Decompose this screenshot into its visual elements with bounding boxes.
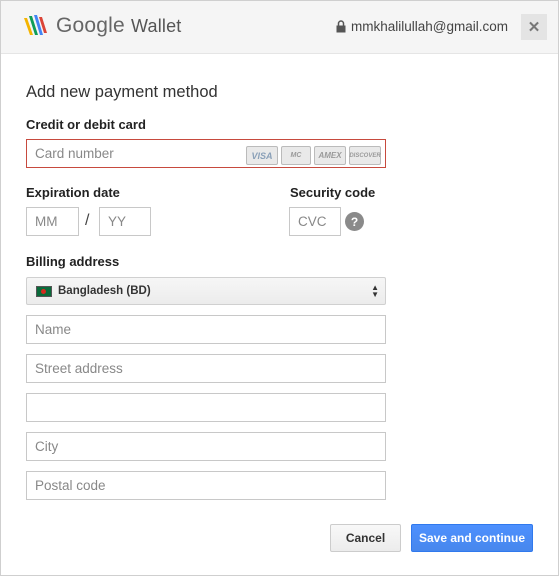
- month-input[interactable]: [27, 208, 78, 235]
- lock-icon: [336, 20, 346, 33]
- street-address-line2-field[interactable]: [26, 393, 386, 422]
- expiration-year-field[interactable]: [99, 207, 151, 236]
- select-arrows-icon: ▲ ▼: [371, 283, 379, 299]
- cancel-button[interactable]: Cancel: [330, 524, 401, 552]
- postal-code-input[interactable]: [27, 472, 385, 499]
- expiration-label: Expiration date: [26, 185, 120, 200]
- google-wallet-logo-icon: [24, 15, 47, 35]
- bangladesh-flag-icon: [36, 285, 52, 297]
- card-section-label: Credit or debit card: [26, 117, 146, 132]
- city-input[interactable]: [27, 433, 385, 460]
- street-address-field[interactable]: [26, 354, 386, 383]
- postal-code-field[interactable]: [26, 471, 386, 500]
- account-info: mmkhalilullah@gmail.com: [336, 19, 508, 34]
- street-address-line2-input[interactable]: [27, 394, 385, 421]
- name-field[interactable]: [26, 315, 386, 344]
- city-field[interactable]: [26, 432, 386, 461]
- expiration-month-field[interactable]: [26, 207, 79, 236]
- visa-logo: VISA: [246, 146, 278, 165]
- brand-title: Google Wallet: [56, 14, 182, 38]
- name-input[interactable]: [27, 316, 385, 343]
- brand-wallet: Wallet: [130, 16, 182, 36]
- dialog-header: Google Wallet mmkhalilullah@gmail.com ✕: [1, 1, 558, 54]
- save-and-continue-button[interactable]: Save and continue: [411, 524, 533, 552]
- country-select[interactable]: Bangladesh (BD) ▲ ▼: [26, 277, 386, 305]
- billing-address-label: Billing address: [26, 254, 120, 269]
- street-address-input[interactable]: [27, 355, 385, 382]
- brand-google: Google: [56, 14, 125, 37]
- help-icon[interactable]: ?: [345, 212, 364, 231]
- year-input[interactable]: [100, 208, 150, 235]
- amex-logo: AMEX: [314, 146, 346, 165]
- card-logos: VISA MC AMEX DISCOVER: [246, 146, 381, 165]
- security-code-label: Security code: [290, 185, 376, 200]
- mastercard-logo: MC: [281, 146, 311, 165]
- cvc-field[interactable]: [289, 207, 341, 236]
- card-number-field[interactable]: VISA MC AMEX DISCOVER: [26, 139, 386, 168]
- form-title: Add new payment method: [26, 83, 218, 101]
- account-email: mmkhalilullah@gmail.com: [351, 19, 508, 34]
- wallet-dialog: Google Wallet mmkhalilullah@gmail.com ✕ …: [0, 0, 559, 576]
- close-icon: ✕: [527, 19, 541, 36]
- country-selected-value: Bangladesh (BD): [58, 285, 151, 297]
- discover-logo: DISCOVER: [349, 146, 381, 165]
- date-separator: /: [85, 212, 90, 229]
- cvc-input[interactable]: [290, 208, 340, 235]
- close-button[interactable]: ✕: [521, 14, 547, 40]
